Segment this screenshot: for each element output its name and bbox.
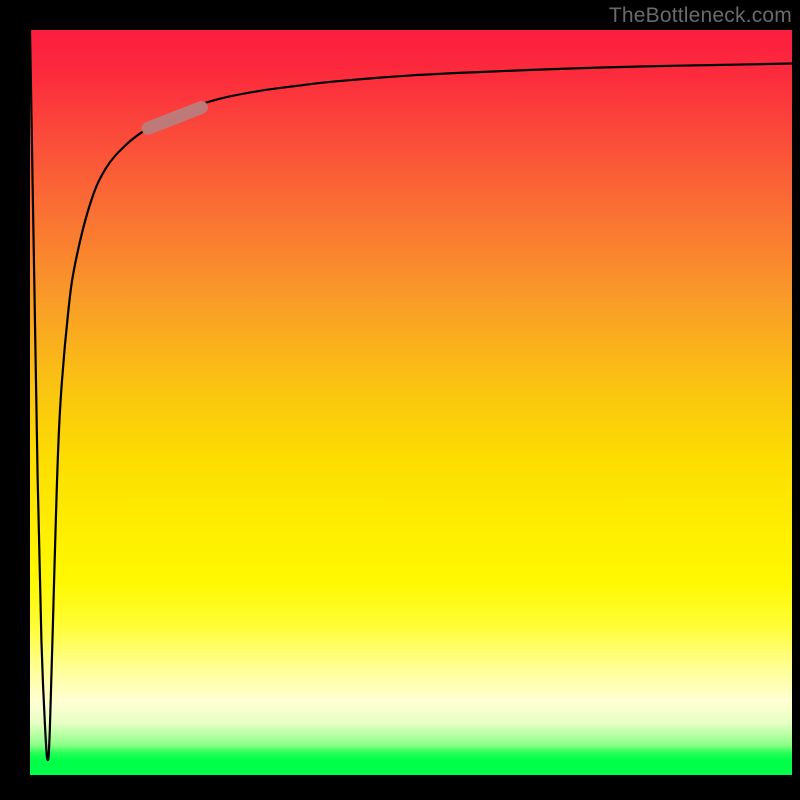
watermark-text: TheBottleneck.com	[609, 4, 792, 28]
chart-container: TheBottleneck.com	[0, 0, 800, 800]
plot-area	[30, 30, 792, 775]
chart-svg	[30, 30, 792, 775]
bottleneck-curve	[30, 30, 792, 760]
highlight-segment	[148, 107, 201, 128]
